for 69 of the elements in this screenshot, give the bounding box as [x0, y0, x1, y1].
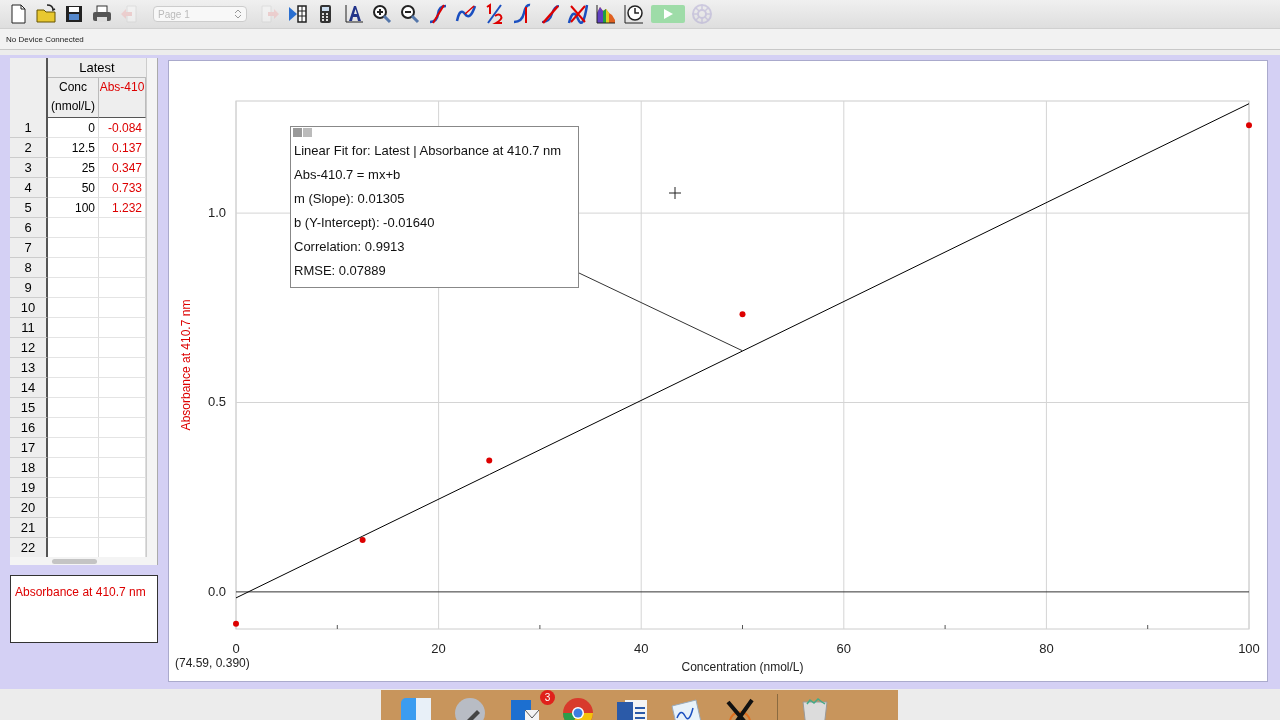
row-number: 12 — [10, 338, 48, 358]
fit-info-text: b (Y-Intercept): -0.01640 — [293, 214, 436, 232]
row-number: 13 — [10, 358, 48, 378]
axis-tick-label: 40 — [633, 641, 649, 656]
axis-tick-label: 80 — [1039, 641, 1054, 656]
integral-icon[interactable] — [511, 3, 533, 25]
caret-icon — [234, 9, 242, 19]
fit-info-text: Abs-410.7 = mx+b — [293, 166, 402, 184]
status-text: No Device Connected — [6, 34, 84, 44]
clock-icon[interactable] — [623, 3, 645, 25]
spectrum-icon[interactable] — [595, 3, 617, 25]
row-number: 7 — [10, 238, 48, 258]
scrollbar-thumb[interactable] — [52, 559, 97, 564]
linear-fit-icon[interactable] — [539, 3, 561, 25]
axis-tick-label: 0 — [232, 641, 240, 656]
table-cell: 100 — [48, 198, 99, 218]
row-number: 17 — [10, 438, 48, 458]
table-cell: 12.5 — [48, 138, 99, 158]
notification-badge: 3 — [540, 690, 555, 705]
row-number: 16 — [10, 418, 48, 438]
row-number: 5 — [10, 198, 48, 218]
row-number: 20 — [10, 498, 48, 518]
axis-tick-label: 20 — [431, 641, 446, 656]
column-group-header: Latest — [48, 58, 146, 78]
cursor-coordinates: (74.59, 0.390) — [175, 656, 250, 670]
axis-title: Absorbance at 410.7 nm — [179, 299, 193, 431]
play-columns-icon[interactable] — [287, 3, 309, 25]
row-number: 1 — [10, 118, 48, 138]
peaks-icon[interactable] — [567, 3, 589, 25]
table-cell: 50 — [48, 178, 99, 198]
axis-tick-label: 0.5 — [207, 394, 226, 410]
table-cell: 25 — [48, 158, 99, 178]
row-number: 18 — [10, 458, 48, 478]
row-number: 2 — [10, 138, 48, 158]
axis-tick-label: 0.0 — [207, 583, 226, 599]
row-number: 19 — [10, 478, 48, 498]
row-number: 11 — [10, 318, 48, 338]
row-number: 21 — [10, 518, 48, 538]
row-number: 8 — [10, 258, 48, 278]
axis-tick-label: 100 — [1238, 641, 1260, 656]
column-header[interactable]: Conc (nmol/L) — [48, 78, 99, 118]
horizontal-scrollbar[interactable] — [10, 557, 157, 565]
play-icon — [662, 8, 674, 20]
table-cell: 0 — [48, 118, 99, 138]
axis-tick-label: 1.0 — [207, 205, 226, 221]
row-number: 9 — [10, 278, 48, 298]
axis-title: Concentration (nmol/L) — [681, 660, 804, 674]
row-number: 15 — [10, 398, 48, 418]
vertical-scrollbar[interactable] — [146, 58, 157, 557]
table-corner — [10, 58, 48, 118]
axis-label-icon[interactable] — [343, 3, 365, 25]
tangent-icon[interactable] — [427, 3, 449, 25]
row-number: 6 — [10, 218, 48, 238]
fit-info-text: Correlation: 0.9913 — [293, 238, 406, 256]
row-number: 3 — [10, 158, 48, 178]
row-number: 10 — [10, 298, 48, 318]
zoom-out-icon[interactable] — [399, 3, 421, 25]
zoom-in-icon[interactable] — [371, 3, 393, 25]
row-number: 22 — [10, 538, 48, 557]
fit-info-text: Linear Fit for: Latest | Absorbance at 410.7 nm — [293, 142, 563, 160]
axis-tick-label: 60 — [836, 641, 852, 656]
fit-info-text: m (Slope): 0.01305 — [293, 190, 406, 208]
fit-info-text: RMSE: 0.07889 — [293, 262, 387, 280]
folder-icon[interactable] — [35, 3, 57, 25]
row-number: 4 — [10, 178, 48, 198]
crosshair-cursor-icon — [668, 186, 682, 200]
row-number: 14 — [10, 378, 48, 398]
legend-label: Absorbance at 410.7 nm — [15, 585, 146, 599]
column-header[interactable]: Abs-410 — [99, 78, 146, 118]
